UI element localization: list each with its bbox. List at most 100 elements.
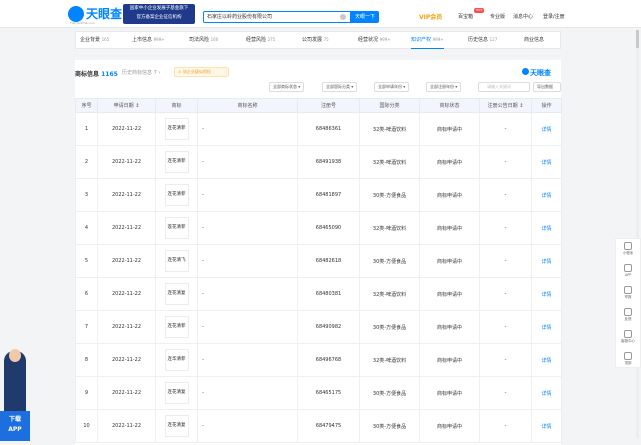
cell-col-mark: 连花清复 — [155, 277, 198, 311]
cat-judicial-risk[interactable]: 司法风险 160 — [189, 32, 218, 48]
cell-col-mark-name: - — [197, 178, 298, 212]
cell-col-mark-name: - — [197, 343, 298, 377]
rail-customer-service[interactable]: 客服中心 — [616, 330, 640, 344]
search-tabs: 查公司 查老板 查关系 — [205, 3, 272, 20]
cat-label: 经营状况 — [358, 37, 379, 43]
detail-link[interactable]: 详情 — [541, 391, 551, 397]
keyword-search-input[interactable]: 请输入关键词 — [478, 82, 530, 92]
cell-col-action: 详情 — [531, 376, 562, 410]
detail-link[interactable]: 详情 — [541, 292, 551, 298]
download-app-button[interactable]: 下载 APP — [0, 411, 30, 441]
trademark-image[interactable]: 莲花清菲 — [164, 217, 189, 239]
vip-link[interactable]: VIP会员 — [419, 12, 442, 21]
cell-col-action: 详情 — [531, 244, 562, 278]
cell-col-apply-date: 2022-11-22 — [97, 112, 156, 146]
trademark-image[interactable]: 连花清飞 — [164, 250, 189, 272]
trademark-image[interactable]: 连花清复 — [164, 382, 189, 404]
spokesperson-face — [9, 349, 21, 362]
cell-col-mark-name: - — [197, 277, 298, 311]
detail-link[interactable]: 详情 — [541, 160, 551, 166]
scrollbar-thumb[interactable] — [636, 30, 639, 48]
cat-label: 历史信息 — [468, 37, 489, 43]
trademark-image[interactable]: 连华清菲 — [164, 349, 189, 371]
trademark-table: 序号 申请日期 ↕ 商标 商标名称 注册号 国际分类 商标状态 注册公告日期 ↕ 操作 1 202… — [75, 98, 562, 443]
detail-link[interactable]: 详情 — [541, 226, 551, 232]
nav-messages[interactable]: 消息中心 — [513, 13, 533, 20]
cat-enterprise-background[interactable]: 企业背景 165 — [80, 32, 109, 48]
rail-report[interactable]: 举报 — [616, 286, 640, 300]
scrollbar-track[interactable] — [636, 30, 639, 438]
header-col-apply-date[interactable]: 申请日期 ↕ — [97, 98, 156, 113]
detail-link[interactable]: 详情 — [541, 127, 551, 133]
section-title: 商标信息 1165 — [75, 69, 118, 78]
ad-banner[interactable]: 国家中小企业发展子基金旗下 官方备案企业征信机构 — [123, 4, 195, 24]
clear-search-icon[interactable] — [340, 14, 346, 20]
trademark-image[interactable]: 连花清复 — [164, 283, 189, 305]
cat-listing-info[interactable]: 上市信息 999+ — [132, 32, 165, 48]
logo-icon[interactable] — [68, 6, 84, 22]
phone-icon — [624, 264, 632, 272]
cat-history-info[interactable]: 历史信息 127 — [468, 32, 497, 48]
cat-business-info[interactable]: 商业信息 — [524, 32, 544, 48]
cell-col-mark: 连花清菲 — [155, 112, 198, 146]
detail-link[interactable]: 详情 — [541, 259, 551, 265]
filter-intl-class[interactable]: 全部国际分类 ▾ — [322, 82, 358, 92]
search-button[interactable]: 天眼一下 — [351, 11, 379, 23]
filter-trademark-status[interactable]: 全部商标状态 ▾ — [269, 82, 305, 92]
cell-col-action: 详情 — [531, 112, 562, 146]
rail-miniprogram[interactable]: 小程序 — [616, 242, 640, 256]
trademark-image[interactable]: 连花清菲 — [164, 316, 189, 338]
search-input[interactable]: 石家庄以岭药业股份有限公司 — [203, 11, 351, 23]
nav-toolbox[interactable]: 百宝箱 — [458, 13, 473, 20]
table-header-row: 序号 申请日期 ↕ 商标 商标名称 注册号 国际分类 商标状态 注册公告日期 ↕ 操作 — [75, 98, 562, 113]
table-row: 7 2022-11-22 连花清菲 -68490982 30类-方便食品 商标申请中 - 详情 — [75, 310, 562, 344]
cell-col-pub-date: - — [479, 277, 532, 311]
cell-col-apply-date: 2022-11-22 — [97, 178, 156, 212]
hot-badge: HOT — [474, 8, 484, 13]
cat-operating-risk[interactable]: 经营风险 275 — [246, 32, 275, 48]
trademark-image[interactable]: 连花清复 — [164, 415, 189, 437]
cat-count: 160 — [210, 37, 219, 42]
cell-col-index: 7 — [75, 310, 98, 344]
nav-login[interactable]: 登录/注册 — [543, 13, 565, 20]
rail-app[interactable]: APP — [616, 264, 640, 277]
download-app-promo[interactable]: 下载 APP — [0, 345, 30, 442]
table-row: 9 2022-11-22 连花清复 -68465175 30类-方便食品 商标申请中 - 详情 — [75, 376, 562, 410]
rail-label: 小程序 — [622, 251, 634, 255]
cell-col-status: 商标申请中 — [419, 277, 480, 311]
trademark-image[interactable]: 连花清菲 — [164, 184, 189, 206]
cat-intellectual-property[interactable]: 知识产权 999+ — [411, 32, 444, 49]
filter-apply-year[interactable]: 全部申请年份 ▾ — [374, 82, 410, 92]
detail-link[interactable]: 详情 — [541, 325, 551, 331]
cat-count: 165 — [101, 37, 110, 42]
cell-col-mark: 连花清菲 — [155, 178, 198, 212]
rail-label: APP — [624, 273, 632, 277]
detail-link[interactable]: 详情 — [541, 424, 551, 430]
rail-back-to-top[interactable]: 顶部 — [616, 352, 640, 366]
filter-register-year[interactable]: 全部注册年份 ▾ — [426, 82, 462, 92]
cell-col-action: 详情 — [531, 409, 562, 443]
trademark-image[interactable]: 连花清菲 — [164, 151, 189, 173]
export-data-button[interactable]: 导出数据 — [533, 82, 561, 92]
right-tool-rail: 小程序 APP 举报 反馈 客服中心 顶部 — [615, 238, 641, 368]
nav-pro[interactable]: 专业版 — [490, 13, 505, 20]
cell-col-mark: 连花清菲 — [155, 310, 198, 344]
cell-col-reg-no: 68482618 — [297, 244, 360, 278]
table-row: 3 2022-11-22 连花清菲 -68481897 30类-方便食品 商标申请中 - 详情 — [75, 178, 562, 212]
infringement-warning[interactable]: ⚠ 该企业疑似侵权 — [174, 67, 229, 77]
logo-text[interactable]: 天眼查 — [86, 5, 122, 22]
detail-link[interactable]: 详情 — [541, 358, 551, 364]
detail-link[interactable]: 详情 — [541, 193, 551, 199]
cell-col-mark-name: - — [197, 145, 298, 179]
cell-col-action: 详情 — [531, 211, 562, 245]
rail-feedback[interactable]: 反馈 — [616, 308, 640, 322]
header-col-pub-date[interactable]: 注册公告日期 ↕ — [479, 98, 532, 113]
cat-operating-status[interactable]: 经营状况 999+ — [358, 32, 391, 48]
cat-company-development[interactable]: 公司发展 75 — [302, 32, 329, 48]
cell-col-index: 8 — [75, 343, 98, 377]
cell-col-status: 商标申请中 — [419, 376, 480, 410]
trademark-image[interactable]: 连花清菲 — [164, 118, 189, 140]
history-trademark-link[interactable]: 历史商标信息 7 › — [122, 69, 160, 76]
banner-line-2: 官方备案企业征信机构 — [136, 15, 182, 20]
cell-col-pub-date: - — [479, 310, 532, 344]
